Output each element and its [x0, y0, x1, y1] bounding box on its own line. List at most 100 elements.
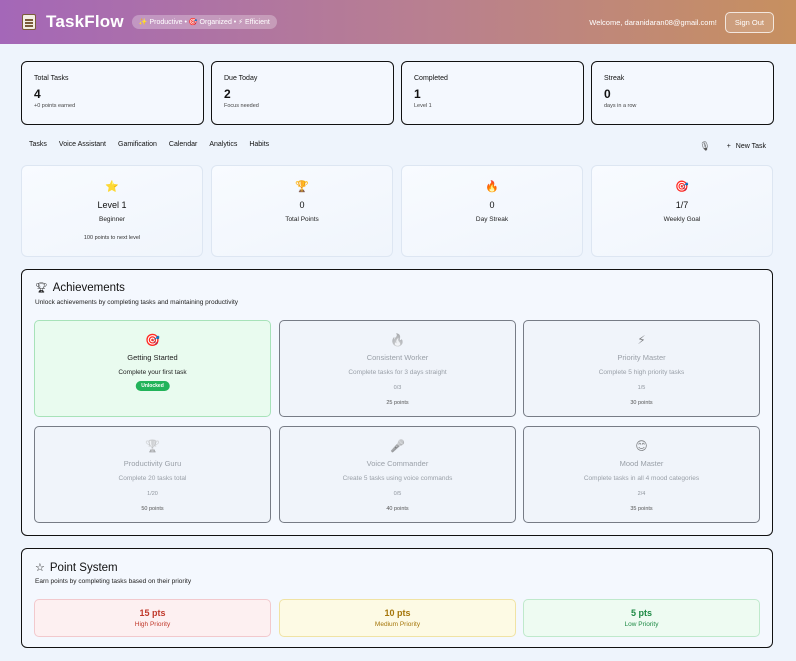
low-priority-points: 5 pts — [630, 608, 652, 618]
trophy-icon: 🏆 — [145, 439, 160, 453]
stat-subtext: days in a row — [604, 103, 637, 109]
new-task-button[interactable]: + New Task — [727, 143, 766, 150]
achievement-getting-started[interactable]: 🎯 Getting Started Complete your first ta… — [34, 320, 271, 417]
achievement-points: 50 points — [141, 506, 164, 512]
unlocked-badge: Unlocked — [135, 381, 170, 391]
app-header: TaskFlow ✨ Productive • 🎯 Organized • ⚡ … — [0, 0, 796, 44]
achievement-points: 30 points — [630, 400, 653, 406]
stat-value: 4 — [34, 87, 41, 101]
total-points-label: Total Points — [285, 216, 319, 223]
star-outline-icon: ☆ — [35, 562, 45, 574]
main-tabs: Tasks Voice Assistant Gamification Calen… — [29, 141, 269, 148]
stat-label: Total Tasks — [34, 75, 69, 82]
day-streak-label: Day Streak — [475, 216, 509, 223]
achievement-description: Complete tasks in all 4 mood categories — [583, 475, 700, 482]
point-system-section: ☆ Point System Earn points by completing… — [21, 548, 773, 648]
fire-icon: 🔥 — [390, 333, 405, 347]
tab-habits[interactable]: Habits — [249, 141, 269, 148]
achievement-progress: 0/3 — [393, 385, 402, 391]
medium-priority-label: Medium Priority — [374, 621, 421, 628]
smiley-icon: 😊 — [635, 439, 648, 453]
achievement-name: Consistent Worker — [366, 353, 429, 362]
achievement-consistent-worker[interactable]: 🔥 Consistent Worker Complete tasks for 3… — [279, 320, 516, 417]
lightning-icon: ⚡ — [637, 333, 646, 347]
achievement-progress: 1/5 — [637, 385, 646, 391]
low-priority-label: Low Priority — [624, 621, 659, 628]
achievements-section: 🏆︎ Achievements Unlock achievements by c… — [21, 269, 773, 536]
clipboard-icon — [22, 14, 36, 30]
weekly-goal-card: 🎯 1/7 Weekly Goal — [591, 165, 773, 257]
achievement-progress: 0/5 — [393, 491, 402, 497]
high-priority-points: 15 pts — [139, 608, 166, 618]
achievement-description: Complete 5 high priority tasks — [598, 369, 685, 376]
plus-icon: + — [726, 143, 731, 150]
trophy-outline-icon: 🏆︎ — [35, 282, 48, 294]
weekly-goal-label: Weekly Goal — [663, 216, 701, 223]
tab-gamification[interactable]: Gamification — [118, 141, 157, 148]
tagline-badge: ✨ Productive • 🎯 Organized • ⚡ Efficient — [131, 15, 277, 29]
sign-out-button[interactable]: Sign Out — [724, 11, 774, 33]
medium-priority-points-card: 10 pts Medium Priority — [279, 599, 516, 637]
achievement-name: Getting Started — [127, 353, 178, 362]
microphone-icon: 🎤 — [390, 439, 405, 453]
stat-value: 1 — [414, 87, 421, 101]
achievement-progress: 2/4 — [637, 491, 646, 497]
achievement-points: 40 points — [386, 506, 409, 512]
target-icon: 🎯 — [675, 181, 689, 193]
achievements-description: Unlock achievements by completing tasks … — [35, 299, 239, 306]
stat-subtext: +0 points earned — [34, 103, 76, 109]
weekly-goal-value: 1/7 — [675, 200, 689, 210]
day-streak-value: 0 — [489, 200, 495, 210]
level-card: ⭐ Level 1 Beginner 100 points to next le… — [21, 165, 203, 257]
tab-tasks[interactable]: Tasks — [29, 141, 47, 148]
new-task-label: New Task — [735, 143, 766, 150]
tab-calendar[interactable]: Calendar — [169, 141, 197, 148]
microphone-icon[interactable]: 🎙 — [699, 141, 710, 152]
achievement-mood-master[interactable]: 😊 Mood Master Complete tasks in all 4 mo… — [523, 426, 760, 523]
level-value: Level 1 — [97, 200, 127, 210]
achievement-productivity-guru[interactable]: 🏆 Productivity Guru Complete 20 tasks to… — [34, 426, 271, 523]
star-icon: ⭐ — [105, 181, 119, 193]
stat-card-completed: Completed 1 Level 1 — [401, 61, 584, 125]
achievement-name: Productivity Guru — [123, 459, 182, 468]
stat-value: 2 — [224, 87, 231, 101]
medium-priority-points: 10 pts — [384, 608, 411, 618]
total-points-card: 🏆 0 Total Points — [211, 165, 393, 257]
point-system-title: ☆ Point System — [35, 561, 118, 575]
achievement-points: 25 points — [386, 400, 409, 406]
achievement-description: Complete tasks for 3 days straight — [348, 369, 447, 376]
stat-label: Completed — [414, 75, 448, 82]
achievement-description: Create 5 tasks using voice commands — [342, 475, 453, 482]
achievement-description: Complete 20 tasks total — [118, 475, 187, 482]
tab-voice-assistant[interactable]: Voice Assistant — [59, 141, 106, 148]
stat-label: Streak — [604, 75, 625, 82]
tab-analytics[interactable]: Analytics — [209, 141, 237, 148]
achievement-priority-master[interactable]: ⚡ Priority Master Complete 5 high priori… — [523, 320, 760, 417]
high-priority-label: High Priority — [134, 621, 171, 628]
achievements-heading: Achievements — [52, 282, 125, 294]
welcome-text: Welcome, daranidaran08@gmail.com! — [589, 17, 717, 27]
point-system-description: Earn points by completing tasks based on… — [35, 578, 192, 585]
trophy-icon: 🏆 — [295, 181, 309, 193]
point-system-heading: Point System — [49, 561, 118, 574]
achievements-title: 🏆︎ Achievements — [35, 282, 125, 294]
achievement-name: Voice Commander — [366, 459, 429, 468]
tab-actions: 🎙 + New Task — [699, 141, 766, 152]
app-title: TaskFlow — [46, 12, 124, 31]
next-level-note: 100 points to next level — [83, 235, 141, 241]
stat-subtext: Level 1 — [414, 103, 432, 109]
achievement-description: Complete your first task — [118, 369, 187, 376]
level-label: Beginner — [98, 216, 126, 223]
total-points-value: 0 — [299, 200, 305, 210]
stat-subtext: Focus needed — [224, 103, 259, 109]
achievement-voice-commander[interactable]: 🎤 Voice Commander Create 5 tasks using v… — [279, 426, 516, 523]
stat-card-streak: Streak 0 days in a row — [591, 61, 774, 125]
stat-card-due-today: Due Today 2 Focus needed — [211, 61, 394, 125]
high-priority-points-card: 15 pts High Priority — [34, 599, 271, 637]
stat-value: 0 — [604, 87, 611, 101]
stat-card-total-tasks: Total Tasks 4 +0 points earned — [21, 61, 204, 125]
target-icon: 🎯 — [145, 333, 160, 347]
achievement-points: 35 points — [630, 506, 653, 512]
fire-icon: 🔥 — [485, 181, 499, 193]
achievement-progress: 1/20 — [147, 491, 158, 497]
